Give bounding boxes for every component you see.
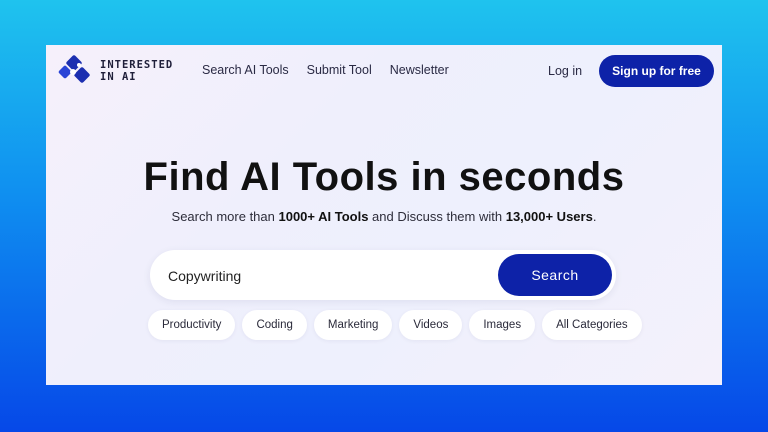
search-bar: Search bbox=[150, 250, 616, 300]
nav-link-newsletter[interactable]: Newsletter bbox=[390, 63, 449, 77]
category-chip-images[interactable]: Images bbox=[469, 310, 536, 340]
tools-count: 1000+ AI Tools bbox=[278, 209, 369, 224]
hero-title: Find AI Tools in seconds bbox=[143, 155, 625, 199]
category-chips: Productivity Coding Marketing Videos Ima… bbox=[148, 310, 642, 340]
search-button[interactable]: Search bbox=[498, 254, 612, 296]
nav-link-submit-tool[interactable]: Submit Tool bbox=[307, 63, 372, 77]
hero-sub-pre: Search more than bbox=[171, 209, 279, 224]
brand-line-2: IN AI bbox=[100, 71, 137, 83]
brand-logo[interactable]: INTERESTED IN AI bbox=[58, 55, 188, 87]
browser-page: INTERESTED IN AI Search AI Tools Submit … bbox=[46, 45, 722, 385]
hero-sub-end: . bbox=[592, 209, 597, 224]
search-input[interactable] bbox=[166, 265, 490, 287]
logo-icon bbox=[58, 55, 90, 83]
category-chip-all-categories[interactable]: All Categories bbox=[542, 310, 642, 340]
brand-line-1: INTERESTED bbox=[100, 59, 174, 71]
category-chip-coding[interactable]: Coding bbox=[242, 310, 307, 340]
top-nav: INTERESTED IN AI Search AI Tools Submit … bbox=[46, 45, 722, 97]
signup-button[interactable]: Sign up for free bbox=[599, 55, 714, 87]
hero-subtitle: Search more than 1000+ AI Tools and Disc… bbox=[46, 209, 722, 224]
nav-link-search-ai-tools[interactable]: Search AI Tools bbox=[202, 63, 289, 77]
users-count: 13,000+ Users bbox=[505, 209, 593, 224]
hero-sub-mid: and Discuss them with bbox=[368, 209, 506, 224]
login-link[interactable]: Log in bbox=[548, 64, 582, 78]
nav-links: Search AI Tools Submit Tool Newsletter bbox=[202, 63, 449, 77]
category-chip-videos[interactable]: Videos bbox=[399, 310, 463, 340]
category-chip-productivity[interactable]: Productivity bbox=[148, 310, 236, 340]
brand-name: INTERESTED IN AI bbox=[100, 59, 173, 83]
category-chip-marketing[interactable]: Marketing bbox=[313, 310, 393, 340]
